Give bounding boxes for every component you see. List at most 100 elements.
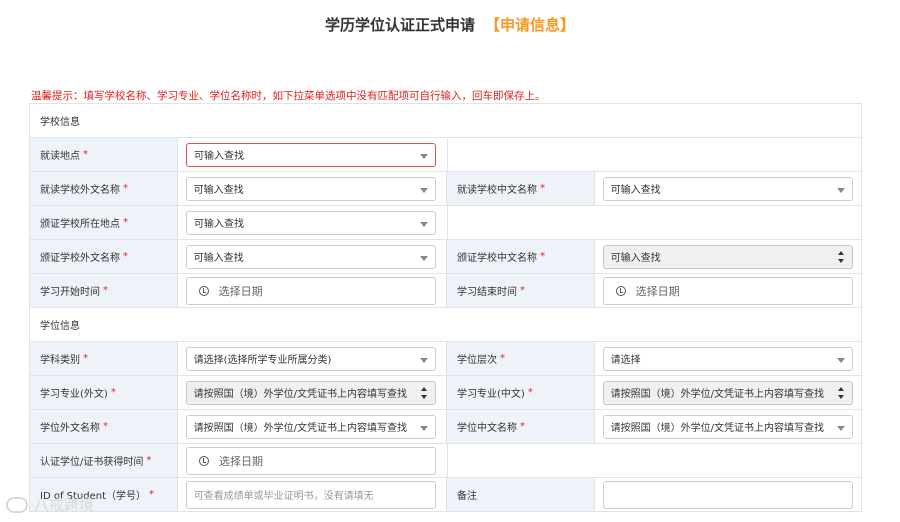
- label-issuer-foreign-name: 颁证学校外文名称 *: [30, 240, 178, 273]
- empty-cell: [448, 206, 861, 239]
- school-chinese-name-select[interactable]: 可输入查找: [602, 176, 853, 201]
- value-cell: 选择日期: [178, 444, 448, 477]
- section-school: 学校信息: [29, 104, 862, 138]
- student-id-input[interactable]: 可查看成绩单或毕业证明书，没有请填无: [185, 480, 436, 509]
- value-cell: 可输入查找: [595, 172, 861, 205]
- chevron-down-icon: [419, 357, 428, 363]
- select-value: 请按照国（境）外学位/文凭证书上内容填写查找: [610, 423, 825, 434]
- select-value: 可输入查找: [610, 185, 661, 196]
- chevron-down-icon: [836, 425, 845, 431]
- label-issuer-location: 颁证学校所在地点 *: [30, 206, 178, 239]
- select-value: 可输入查找: [194, 151, 244, 162]
- major-chinese-select[interactable]: 请按照国（境）外学位/文凭证书上内容填写查找: [602, 380, 853, 405]
- label-text: 学习开始时间: [40, 287, 100, 298]
- chevron-down-icon: [420, 153, 428, 159]
- watermark-text: 八戒跨境: [34, 496, 95, 514]
- value-cell: 可输入查找: [178, 138, 448, 171]
- label-text: 就读学校中文名称: [457, 185, 537, 196]
- chevron-down-icon: [419, 187, 428, 193]
- label-study-start: 学习开始时间 *: [30, 274, 178, 307]
- select-value: 请按照国（境）外学位/文凭证书上内容填写查找: [193, 423, 408, 434]
- value-cell: 可输入查找: [595, 240, 861, 273]
- up-down-arrows-icon: [837, 386, 846, 399]
- label-degree-chinese-name: 学位中文名称 *: [447, 410, 595, 443]
- required-mark: *: [83, 353, 88, 364]
- row-degree-date: 认证学位/证书获得时间 * 选择日期: [29, 444, 862, 478]
- issuer-location-select[interactable]: 可输入查找: [186, 210, 436, 235]
- up-down-arrows-icon: [420, 386, 429, 399]
- degree-foreign-name-select[interactable]: 请按照国（境）外学位/文凭证书上内容填写查找: [185, 414, 436, 439]
- row-discipline: 学科类别 * 请选择(选择所学专业所属分类) 学位层次 * 请选择: [29, 342, 862, 376]
- label-degree-foreign-name: 学位外文名称 *: [30, 410, 178, 443]
- select-value: 可输入查找: [194, 219, 244, 230]
- label-text: 学习结束时间: [457, 287, 517, 298]
- title-text: 学历学位认证正式申请: [324, 16, 475, 34]
- study-end-date-picker[interactable]: 选择日期: [602, 276, 853, 305]
- clock-icon: [199, 455, 209, 466]
- label-study-end: 学习结束时间 *: [447, 274, 595, 307]
- label-text: 颁证学校外文名称: [40, 253, 120, 264]
- degree-date-picker[interactable]: 选择日期: [186, 446, 436, 475]
- row-issuer-name: 颁证学校外文名称 * 可输入查找 颁证学校中文名称 * 可输入查找: [29, 240, 862, 274]
- watermark: 八戒跨境: [6, 494, 94, 515]
- watermark-logo-icon: [6, 496, 28, 513]
- school-foreign-name-select[interactable]: 可输入查找: [185, 176, 436, 201]
- study-location-select[interactable]: 可输入查找: [186, 142, 436, 167]
- degree-chinese-name-select[interactable]: 请按照国（境）外学位/文凭证书上内容填写查找: [602, 414, 853, 439]
- label-text: 颁证学校中文名称: [457, 253, 537, 264]
- issuer-chinese-name-select[interactable]: 可输入查找: [602, 244, 853, 269]
- row-student-id: ID of Student（学号） * 可查看成绩单或毕业证明书，没有请填无 备注: [29, 478, 862, 512]
- required-mark: *: [123, 217, 128, 228]
- label-school-chinese-name: 就读学校中文名称 *: [447, 172, 595, 205]
- chevron-down-icon: [836, 187, 845, 193]
- label-text: 就读地点: [40, 151, 80, 162]
- label-text: 认证学位/证书获得时间: [40, 457, 144, 468]
- label-text: 备注: [457, 491, 477, 502]
- label-major-foreign: 学习专业(外文) *: [30, 376, 178, 409]
- label-text: 学位外文名称: [40, 423, 100, 434]
- select-value: 请选择: [610, 355, 641, 366]
- row-issuer-location: 颁证学校所在地点 * 可输入查找: [29, 206, 862, 240]
- label-degree-level: 学位层次 *: [447, 342, 595, 375]
- date-placeholder: 选择日期: [635, 284, 680, 298]
- issuer-foreign-name-select[interactable]: 可输入查找: [185, 244, 436, 269]
- date-placeholder: 选择日期: [219, 454, 263, 468]
- select-value: 可输入查找: [610, 253, 661, 264]
- chevron-down-icon: [836, 357, 845, 363]
- required-mark: *: [83, 149, 88, 160]
- degree-level-select[interactable]: 请选择: [602, 346, 853, 371]
- required-mark: *: [527, 387, 533, 398]
- input-placeholder: 可查看成绩单或毕业证明书，没有请填无: [193, 491, 374, 502]
- date-placeholder: 选择日期: [218, 284, 263, 298]
- value-cell: 可查看成绩单或毕业证明书，没有请填无: [178, 478, 447, 511]
- label-remarks: 备注: [447, 478, 595, 511]
- value-cell: [595, 478, 861, 511]
- chevron-down-icon: [419, 255, 428, 261]
- required-mark: *: [123, 183, 128, 194]
- required-mark: *: [500, 353, 505, 364]
- label-study-location: 就读地点 *: [30, 138, 178, 171]
- empty-cell: [448, 444, 861, 477]
- required-mark: *: [149, 489, 155, 500]
- study-start-date-picker[interactable]: 选择日期: [185, 276, 436, 305]
- label-text: 学位中文名称: [457, 423, 517, 434]
- section-degree-label: 学位信息: [40, 321, 80, 332]
- required-mark: *: [540, 251, 545, 262]
- row-study-period: 学习开始时间 * 选择日期 学习结束时间 * 选择日期: [29, 274, 862, 308]
- row-major: 学习专业(外文) * 请按照国（境）外学位/文凭证书上内容填写查找 学习专业(中文…: [29, 376, 862, 410]
- remarks-input[interactable]: [602, 480, 853, 509]
- major-foreign-select[interactable]: 请按照国（境）外学位/文凭证书上内容填写查找: [185, 380, 436, 405]
- required-mark: *: [110, 387, 116, 398]
- required-mark: *: [103, 421, 108, 432]
- page-title: 学历学位认证正式申请 【申请信息】: [0, 14, 900, 35]
- discipline-select[interactable]: 请选择(选择所学专业所属分类): [185, 346, 436, 371]
- value-cell: 请按照国（境）外学位/文凭证书上内容填写查找: [178, 410, 447, 443]
- required-mark: *: [103, 285, 108, 296]
- warm-tip: 温馨提示：填写学校名称、学习专业、学位名称时，如下拉菜单选项中没有匹配项可自行输…: [31, 90, 546, 102]
- row-study-location: 就读地点 * 可输入查找: [29, 138, 862, 172]
- clock-icon: [198, 285, 209, 296]
- row-degree-name: 学位外文名称 * 请按照国（境）外学位/文凭证书上内容填写查找 学位中文名称 * 请…: [29, 410, 862, 444]
- value-cell: 可输入查找: [178, 172, 447, 205]
- label-major-chinese: 学习专业(中文) *: [447, 376, 595, 409]
- value-cell: 选择日期: [595, 274, 861, 307]
